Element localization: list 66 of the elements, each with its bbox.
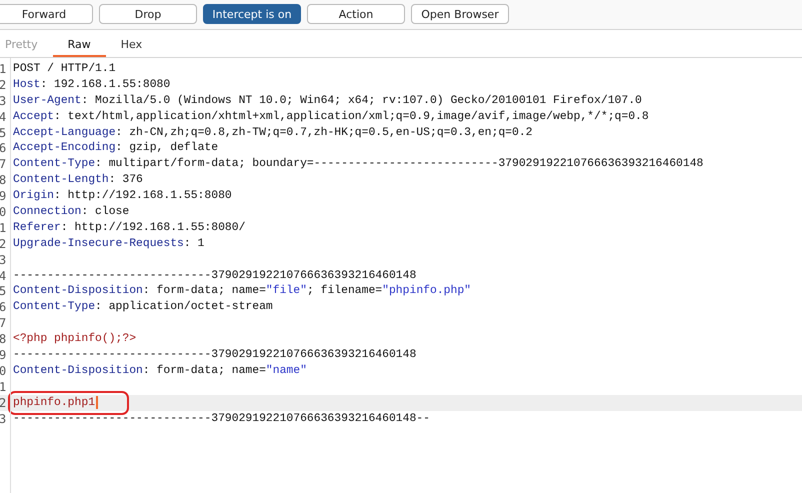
code-text: : gzip, deflate xyxy=(116,142,218,154)
line-number: 8 xyxy=(0,173,8,188)
line-number: 6 xyxy=(0,141,8,156)
line-number: 3 xyxy=(0,94,8,108)
line-number: 5 xyxy=(0,126,8,140)
header-name: Content-Type xyxy=(13,301,96,314)
line-number: 3 xyxy=(0,412,8,426)
code-text: : zh-CN,zh;q=0.8,zh-TW;q=0.7,zh-HK;q=0.5,en-US;q=0.3,en;q=0.2 xyxy=(116,126,533,138)
code-text: : http://192.168.1.55:8080/ xyxy=(60,222,246,234)
editor-tab[interactable]: Raw xyxy=(52,30,106,57)
code-text: : 376 xyxy=(108,174,143,186)
line-number: 2 xyxy=(0,396,8,410)
line-number: 2 xyxy=(0,78,8,92)
toolbar-button[interactable]: Forward xyxy=(0,4,93,24)
code-text: : form-data; name= xyxy=(142,364,266,377)
header-name: Accept xyxy=(13,110,54,123)
editor-tab[interactable]: Hex xyxy=(106,30,158,57)
code-text: : form-data; name= xyxy=(142,285,266,298)
code-text: : 1 xyxy=(184,238,204,250)
header-name: Accept-Encoding xyxy=(13,142,116,154)
line-number: 9 xyxy=(0,348,8,362)
line-number: 7 xyxy=(0,316,8,330)
quoted-value: "file" xyxy=(266,285,307,298)
header-name: User-Agent xyxy=(13,94,82,107)
line-number: 3 xyxy=(0,252,8,267)
line-number: 1 xyxy=(0,380,8,394)
header-name: Upgrade-Insecure-Requests xyxy=(13,238,184,250)
line-number: 0 xyxy=(0,204,8,219)
line-number: 7 xyxy=(0,157,8,172)
code-text: -----------------------------379029192210766636393216460148-- xyxy=(13,412,430,425)
header-name: Origin xyxy=(13,190,54,202)
header-name: Accept-Language xyxy=(13,126,116,138)
header-name: Content-Disposition xyxy=(13,364,143,377)
code-text: : application/octet-stream xyxy=(95,301,273,314)
code-text: -----------------------------379029192210766636393216460148 xyxy=(13,270,416,282)
line-number: 1 xyxy=(0,220,8,235)
toolbar-button[interactable]: Open Browser xyxy=(411,4,509,24)
code-text: : Mozilla/5.0 (Windows NT 10.0; Win64; x64; rv:107.0) Gecko/20100101 Firefox/107.0 xyxy=(81,94,642,107)
line-number: 6 xyxy=(0,300,8,314)
code-text: : close xyxy=(81,206,130,218)
quoted-value: "phpinfo.php" xyxy=(382,285,472,298)
code-text: : http://192.168.1.55:8080 xyxy=(54,190,232,202)
body-text: phpinfo.php1 xyxy=(13,396,96,409)
line-number: 9 xyxy=(0,189,8,204)
header-name: Content-Type xyxy=(13,158,96,170)
header-name: Host xyxy=(13,78,40,91)
toolbar-button[interactable]: Drop xyxy=(99,4,197,24)
toolbar-button[interactable]: Action xyxy=(307,4,405,24)
body-text: <?php phpinfo();?> xyxy=(13,333,136,346)
header-name: Referer xyxy=(13,222,61,234)
code-text: ; filename= xyxy=(306,285,382,298)
line-number: 1 xyxy=(0,62,8,76)
code-text: -----------------------------379029192210766636393216460148 xyxy=(13,348,416,361)
quoted-value: "name" xyxy=(266,364,307,377)
header-name: Content-Disposition xyxy=(13,285,143,298)
code-text: : multipart/form-data; boundary=---------------------------379029192210766636393216460148 xyxy=(95,158,704,170)
line-number: 8 xyxy=(0,332,8,346)
code-text: POST / HTTP/1.1 xyxy=(13,62,116,75)
intercept-toggle-button[interactable]: Intercept is on xyxy=(203,4,301,24)
line-number: 2 xyxy=(0,236,8,251)
line-number: 5 xyxy=(0,284,8,298)
line-number: 0 xyxy=(0,364,8,378)
code-text: : 192.168.1.55:8080 xyxy=(40,78,170,91)
header-name: Content-Length xyxy=(13,174,109,186)
header-name: Connection xyxy=(13,206,82,218)
code-text: : text/html,application/xhtml+xml,application/xml;q=0.9,image/avif,image/webp,*/*;q=0.8 xyxy=(54,110,649,123)
